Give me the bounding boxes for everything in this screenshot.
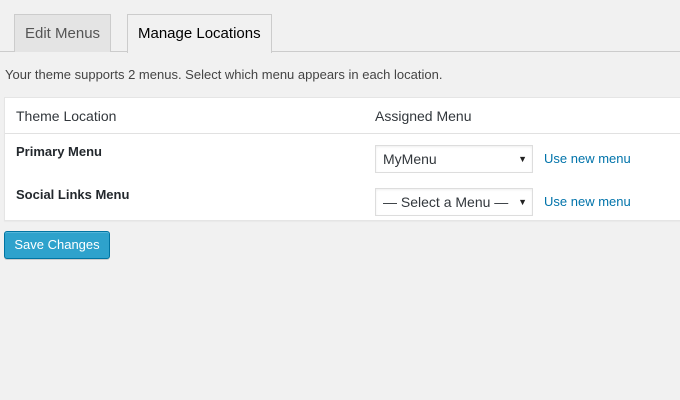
- locations-table: Theme Location Assigned Menu Primary Men…: [4, 97, 680, 221]
- table-row: Primary Menu MyMenu ▼ Use new menu: [5, 140, 680, 182]
- save-changes-button[interactable]: Save Changes: [4, 231, 110, 259]
- nav-tab-bar: Edit Menus Manage Locations: [0, 0, 680, 53]
- dropdown-arrow-icon: ▼: [518, 197, 527, 207]
- table-header: Theme Location Assigned Menu: [5, 98, 680, 134]
- use-new-menu-link-social[interactable]: Use new menu: [544, 194, 631, 209]
- location-label-social: Social Links Menu: [16, 187, 130, 202]
- header-assigned-menu: Assigned Menu: [375, 108, 472, 124]
- select-value: MyMenu: [383, 151, 437, 167]
- tab-manage-locations[interactable]: Manage Locations: [127, 14, 272, 53]
- social-links-menu-select[interactable]: — Select a Menu — ▼: [375, 188, 533, 216]
- intro-text: Your theme supports 2 menus. Select whic…: [5, 67, 443, 82]
- dropdown-arrow-icon: ▼: [518, 154, 527, 164]
- tab-edit-menus[interactable]: Edit Menus: [14, 14, 112, 52]
- location-label-primary: Primary Menu: [16, 144, 102, 159]
- use-new-menu-link-primary[interactable]: Use new menu: [544, 151, 631, 166]
- select-value: — Select a Menu —: [383, 194, 509, 210]
- header-theme-location: Theme Location: [16, 108, 117, 124]
- primary-menu-select[interactable]: MyMenu ▼: [375, 145, 533, 173]
- table-row: Social Links Menu — Select a Menu — ▼ Us…: [5, 183, 680, 225]
